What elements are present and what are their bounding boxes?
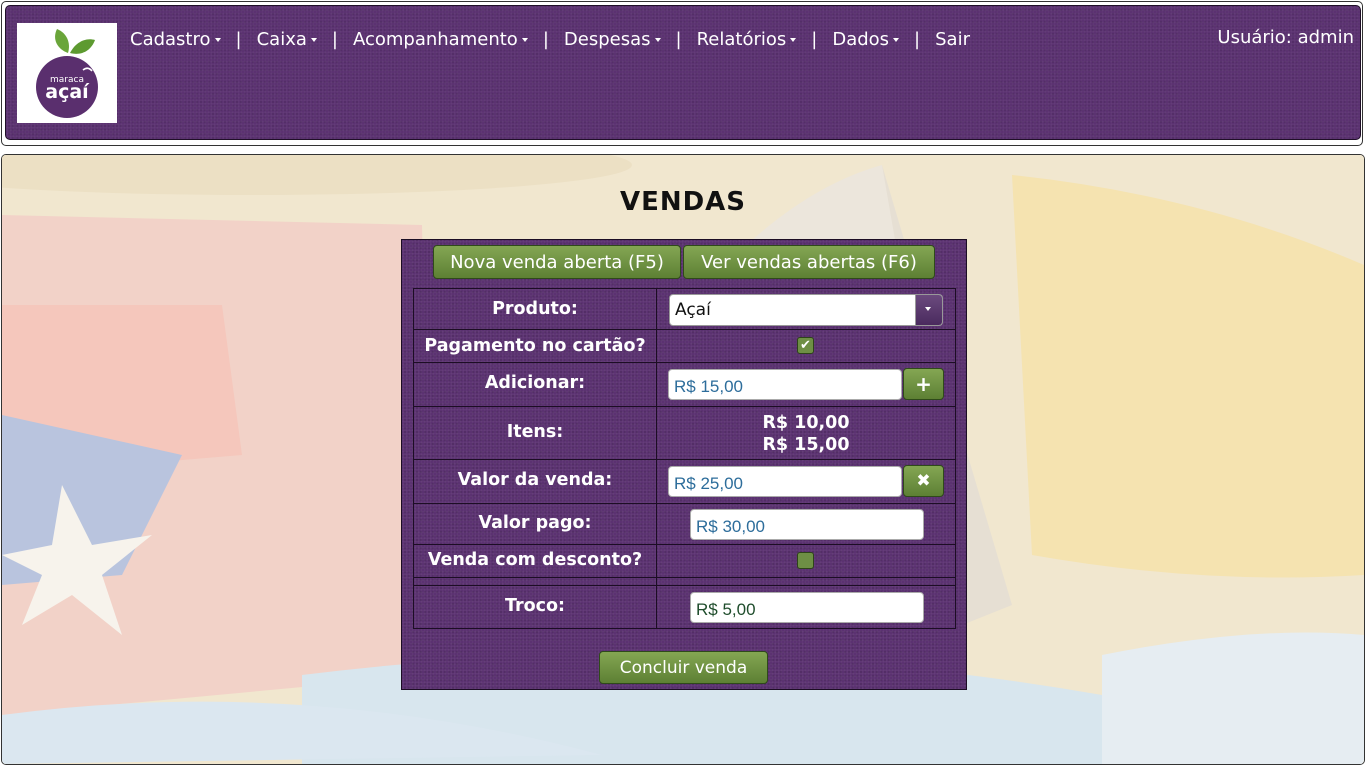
product-label: Produto: [492,299,578,319]
menu-separator: | [331,28,338,50]
add-label: Adicionar: [484,373,586,393]
menu-separator: | [811,28,818,50]
menu-relatorios-label: Relatórios [696,28,787,50]
acai-logo-icon [36,29,98,118]
logo-text-bottom: açaí [45,81,89,103]
card-payment-checkbox[interactable]: ✔ [797,337,814,354]
chevron-down-icon [654,38,661,42]
menu-sair-label: Sair [935,28,970,50]
menu-caixa[interactable]: Caixa [257,29,317,50]
menu-separator: | [235,28,242,50]
row-divider [414,577,955,578]
chevron-down-icon [214,38,221,42]
remove-icon: ✖ [916,471,931,491]
main-content: VENDAS Nova venda aberta (F5) Ver vendas… [1,154,1365,765]
chevron-down-icon [310,38,317,42]
row-divider [414,585,955,586]
add-value-input[interactable] [668,369,902,400]
menu-separator: | [675,28,682,50]
finish-sale-button[interactable]: Concluir venda [599,651,768,684]
row-divider [414,459,955,460]
product-select-value: Açaí [675,300,711,320]
row-divider [414,406,955,407]
plus-icon: + [915,372,932,396]
brand-logo[interactable]: maraca açaí [17,23,117,123]
product-select[interactable]: Açaí [669,294,943,326]
discount-label: Venda com desconto? [427,550,643,570]
menu-cadastro[interactable]: Cadastro [130,29,221,50]
change-value-field[interactable] [690,592,924,623]
paid-value-label: Valor pago: [478,513,592,533]
items-label: Itens: [506,422,564,442]
clear-items-button[interactable]: ✖ [903,465,944,497]
row-divider [414,544,955,545]
menu-cadastro-label: Cadastro [130,28,211,50]
menu-caixa-label: Caixa [256,28,307,50]
menu-separator: | [914,28,921,50]
sale-value-label: Valor da venda: [457,470,613,490]
sales-panel: Nova venda aberta (F5) Ver vendas aberta… [401,239,967,690]
menu-sair[interactable]: Sair [935,29,970,50]
sale-form-table: Produto: Açaí Pagamento no cartão? ✔ Adi… [413,288,956,629]
sale-value-field[interactable] [668,466,902,497]
chevron-down-icon [521,38,528,42]
paid-value-input[interactable] [690,509,924,540]
chevron-down-icon [790,38,797,42]
top-navbar: maraca açaí Cadastro | Caixa | Acompanha… [5,5,1361,140]
product-select-toggle[interactable] [915,295,942,325]
menu-relatorios[interactable]: Relatórios [697,29,797,50]
discount-checkbox[interactable] [797,552,814,569]
new-open-sale-button[interactable]: Nova venda aberta (F5) [433,245,681,279]
list-item: R$ 15,00 [762,435,850,455]
change-label: Troco: [504,596,566,616]
view-open-sales-button[interactable]: Ver vendas abertas (F6) [683,245,935,279]
row-divider [414,362,955,363]
main-menu: Cadastro | Caixa | Acompanhamento | Desp… [130,27,970,51]
menu-despesas-label: Despesas [563,28,651,50]
card-payment-label: Pagamento no cartão? [424,336,646,356]
menu-acompanhamento[interactable]: Acompanhamento [353,29,528,50]
row-divider [414,329,955,330]
menu-acompanhamento-label: Acompanhamento [352,28,518,50]
chevron-down-icon [925,307,931,311]
menu-dados-label: Dados [832,28,890,50]
check-icon: ✔ [800,338,811,353]
page-title: VENDAS [619,187,747,217]
list-item: R$ 10,00 [762,413,850,433]
chevron-down-icon [893,38,900,42]
items-list: R$ 10,00 R$ 15,00 [657,412,955,456]
menu-separator: | [542,28,549,50]
row-divider [414,503,955,504]
current-user: Usuário: admin [1217,27,1354,48]
menu-dados[interactable]: Dados [832,28,900,50]
add-item-button[interactable]: + [903,368,944,400]
menu-despesas[interactable]: Despesas [564,29,661,50]
